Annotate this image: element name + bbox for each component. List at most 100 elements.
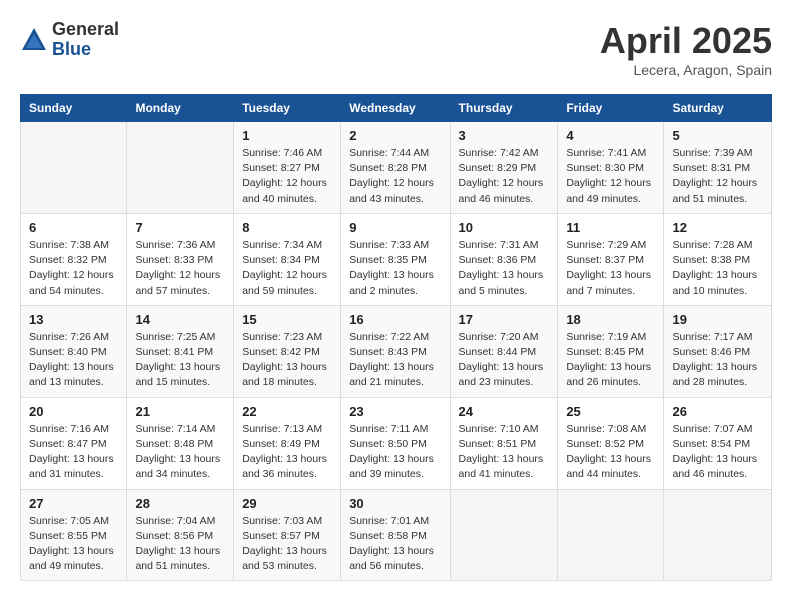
day-info: Sunrise: 7:19 AMSunset: 8:45 PMDaylight:…: [566, 330, 655, 391]
day-info: Sunrise: 7:17 AMSunset: 8:46 PMDaylight:…: [672, 330, 763, 391]
day-number: 29: [242, 496, 332, 511]
calendar-cell: [558, 489, 664, 581]
day-number: 22: [242, 404, 332, 419]
calendar-cell: 9 Sunrise: 7:33 AMSunset: 8:35 PMDaylight…: [341, 213, 450, 305]
day-info: Sunrise: 7:23 AMSunset: 8:42 PMDaylight:…: [242, 330, 332, 391]
day-number: 25: [566, 404, 655, 419]
day-number: 13: [29, 312, 118, 327]
weekday-header-friday: Friday: [558, 95, 664, 122]
calendar-cell: 21Sunrise: 7:14 AMSunset: 8:48 PMDayligh…: [127, 397, 234, 489]
calendar-cell: 15Sunrise: 7:23 AMSunset: 8:42 PMDayligh…: [234, 305, 341, 397]
calendar-cell: 1Sunrise: 7:46 AMSunset: 8:27 PMDaylight…: [234, 122, 341, 214]
calendar-cell: 30 Sunrise: 7:01 AMSunset: 8:58 PMDayligh…: [341, 489, 450, 581]
day-info: Sunrise: 7:38 AMSunset: 8:32 PMDaylight:…: [29, 238, 118, 299]
day-number: 5: [672, 128, 763, 143]
day-info: Sunrise: 7:11 AMSunset: 8:50 PMDaylight:…: [349, 422, 441, 483]
calendar-cell: 23 Sunrise: 7:11 AMSunset: 8:50 PMDayligh…: [341, 397, 450, 489]
calendar-cell: 18 Sunrise: 7:19 AMSunset: 8:45 PMDayligh…: [558, 305, 664, 397]
logo-icon: [20, 26, 48, 54]
calendar-cell: 13 Sunrise: 7:26 AMSunset: 8:40 PMDayligh…: [21, 305, 127, 397]
day-info: Sunrise: 7:46 AMSunset: 8:27 PMDaylight:…: [242, 146, 332, 207]
day-info: Sunrise: 7:39 AMSunset: 8:31 PMDaylight:…: [672, 146, 763, 207]
day-number: 24: [459, 404, 550, 419]
logo-text: General Blue: [52, 20, 119, 60]
calendar-cell: 17 Sunrise: 7:20 AMSunset: 8:44 PMDayligh…: [450, 305, 558, 397]
day-info: Sunrise: 7:31 AMSunset: 8:36 PMDaylight:…: [459, 238, 550, 299]
day-info: Sunrise: 7:36 AMSunset: 8:33 PMDaylight:…: [135, 238, 225, 299]
calendar-cell: 4Sunrise: 7:41 AMSunset: 8:30 PMDaylight…: [558, 122, 664, 214]
calendar-cell: 29 Sunrise: 7:03 AMSunset: 8:57 PMDayligh…: [234, 489, 341, 581]
day-info: Sunrise: 7:28 AMSunset: 8:38 PMDaylight:…: [672, 238, 763, 299]
logo-blue-text: Blue: [52, 40, 119, 60]
day-number: 23: [349, 404, 441, 419]
day-info: Sunrise: 7:03 AMSunset: 8:57 PMDaylight:…: [242, 514, 332, 575]
day-info: Sunrise: 7:34 AMSunset: 8:34 PMDaylight:…: [242, 238, 332, 299]
day-number: 8: [242, 220, 332, 235]
logo: General Blue: [20, 20, 119, 60]
day-info: Sunrise: 7:29 AMSunset: 8:37 PMDaylight:…: [566, 238, 655, 299]
weekday-header-sunday: Sunday: [21, 95, 127, 122]
calendar-cell: 22 Sunrise: 7:13 AMSunset: 8:49 PMDayligh…: [234, 397, 341, 489]
calendar-cell: 25 Sunrise: 7:08 AMSunset: 8:52 PMDayligh…: [558, 397, 664, 489]
day-number: 3: [459, 128, 550, 143]
day-number: 16: [349, 312, 441, 327]
day-info: Sunrise: 7:07 AMSunset: 8:54 PMDaylight:…: [672, 422, 763, 483]
calendar-week-3: 20 Sunrise: 7:16 AMSunset: 8:47 PMDayligh…: [21, 397, 772, 489]
day-number: 18: [566, 312, 655, 327]
calendar-cell: 20 Sunrise: 7:16 AMSunset: 8:47 PMDayligh…: [21, 397, 127, 489]
day-number: 27: [29, 496, 118, 511]
day-info: Sunrise: 7:25 AMSunset: 8:41 PMDaylight:…: [135, 330, 225, 391]
calendar-cell: 8 Sunrise: 7:34 AMSunset: 8:34 PMDaylight…: [234, 213, 341, 305]
weekday-header-thursday: Thursday: [450, 95, 558, 122]
calendar-cell: 12 Sunrise: 7:28 AMSunset: 8:38 PMDayligh…: [664, 213, 772, 305]
day-info: Sunrise: 7:16 AMSunset: 8:47 PMDaylight:…: [29, 422, 118, 483]
day-info: Sunrise: 7:04 AMSunset: 8:56 PMDaylight:…: [135, 514, 225, 575]
calendar-body: 1Sunrise: 7:46 AMSunset: 8:27 PMDaylight…: [21, 122, 772, 581]
day-info: Sunrise: 7:08 AMSunset: 8:52 PMDaylight:…: [566, 422, 655, 483]
calendar-cell: 19 Sunrise: 7:17 AMSunset: 8:46 PMDayligh…: [664, 305, 772, 397]
day-number: 20: [29, 404, 118, 419]
day-number: 21: [135, 404, 225, 419]
day-info: Sunrise: 7:22 AMSunset: 8:43 PMDaylight:…: [349, 330, 441, 391]
day-info: Sunrise: 7:10 AMSunset: 8:51 PMDaylight:…: [459, 422, 550, 483]
day-number: 2: [349, 128, 441, 143]
calendar-cell: 6 Sunrise: 7:38 AMSunset: 8:32 PMDaylight…: [21, 213, 127, 305]
weekday-header-wednesday: Wednesday: [341, 95, 450, 122]
calendar-week-1: 6 Sunrise: 7:38 AMSunset: 8:32 PMDaylight…: [21, 213, 772, 305]
day-info: Sunrise: 7:41 AMSunset: 8:30 PMDaylight:…: [566, 146, 655, 207]
weekday-header-row: SundayMondayTuesdayWednesdayThursdayFrid…: [21, 95, 772, 122]
day-number: 28: [135, 496, 225, 511]
day-number: 19: [672, 312, 763, 327]
day-number: 6: [29, 220, 118, 235]
calendar-cell: 26 Sunrise: 7:07 AMSunset: 8:54 PMDayligh…: [664, 397, 772, 489]
day-number: 26: [672, 404, 763, 419]
calendar-cell: [21, 122, 127, 214]
calendar-cell: [450, 489, 558, 581]
day-number: 10: [459, 220, 550, 235]
weekday-header-saturday: Saturday: [664, 95, 772, 122]
calendar-week-2: 13 Sunrise: 7:26 AMSunset: 8:40 PMDayligh…: [21, 305, 772, 397]
day-number: 12: [672, 220, 763, 235]
calendar-cell: 5 Sunrise: 7:39 AMSunset: 8:31 PMDaylight…: [664, 122, 772, 214]
calendar-week-4: 27Sunrise: 7:05 AMSunset: 8:55 PMDayligh…: [21, 489, 772, 581]
logo-general-text: General: [52, 20, 119, 40]
day-number: 7: [135, 220, 225, 235]
day-info: Sunrise: 7:26 AMSunset: 8:40 PMDaylight:…: [29, 330, 118, 391]
calendar-header: SundayMondayTuesdayWednesdayThursdayFrid…: [21, 95, 772, 122]
calendar-week-0: 1Sunrise: 7:46 AMSunset: 8:27 PMDaylight…: [21, 122, 772, 214]
day-info: Sunrise: 7:20 AMSunset: 8:44 PMDaylight:…: [459, 330, 550, 391]
day-number: 9: [349, 220, 441, 235]
day-number: 30: [349, 496, 441, 511]
day-number: 17: [459, 312, 550, 327]
weekday-header-monday: Monday: [127, 95, 234, 122]
weekday-header-tuesday: Tuesday: [234, 95, 341, 122]
day-info: Sunrise: 7:44 AMSunset: 8:28 PMDaylight:…: [349, 146, 441, 207]
day-info: Sunrise: 7:33 AMSunset: 8:35 PMDaylight:…: [349, 238, 441, 299]
title-block: April 2025 Lecera, Aragon, Spain: [600, 20, 772, 78]
calendar-cell: [127, 122, 234, 214]
calendar-cell: 16 Sunrise: 7:22 AMSunset: 8:43 PMDayligh…: [341, 305, 450, 397]
calendar-cell: [664, 489, 772, 581]
calendar-cell: 7 Sunrise: 7:36 AMSunset: 8:33 PMDaylight…: [127, 213, 234, 305]
day-info: Sunrise: 7:01 AMSunset: 8:58 PMDaylight:…: [349, 514, 441, 575]
day-info: Sunrise: 7:13 AMSunset: 8:49 PMDaylight:…: [242, 422, 332, 483]
